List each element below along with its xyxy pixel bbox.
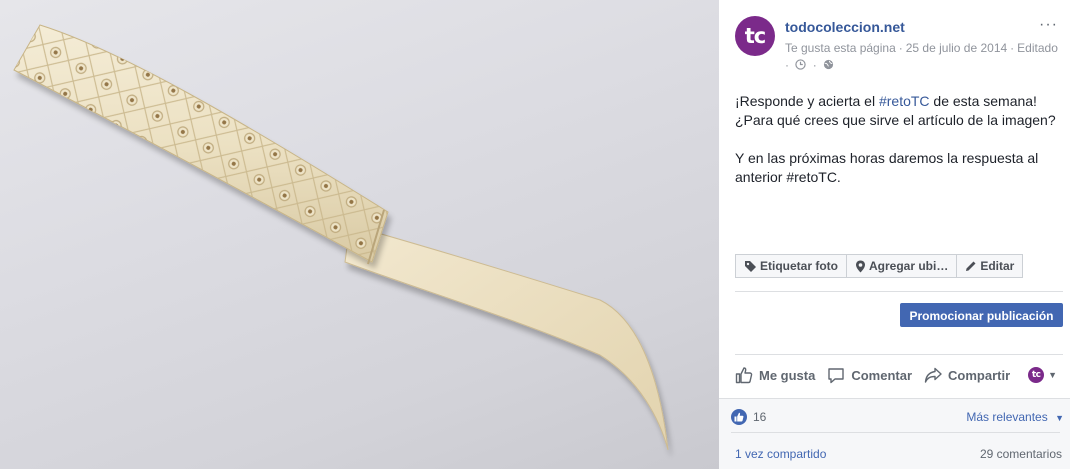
like-reaction-icon: [731, 409, 747, 425]
bone-letter-opener-image: [13, 24, 669, 451]
comment-icon: [828, 368, 845, 384]
chevron-down-icon: ▼: [1055, 413, 1064, 423]
location-pin-icon: [856, 260, 865, 272]
post-photo[interactable]: [0, 0, 719, 469]
likes-summary[interactable]: 16: [731, 409, 766, 425]
share-icon: [924, 367, 942, 383]
chevron-down-icon: ▼: [1048, 370, 1058, 380]
mini-page-avatar: tc: [1028, 367, 1045, 383]
divider: [731, 432, 1060, 433]
more-options-icon[interactable]: ···: [1039, 17, 1058, 33]
globe-icon[interactable]: [823, 59, 834, 70]
page-like-status[interactable]: Te gusta esta página: [785, 41, 896, 55]
post-as-selector[interactable]: tc ▼: [1028, 367, 1057, 383]
page-name-link[interactable]: todocoleccion.net: [785, 19, 905, 35]
page-avatar[interactable]: tc: [735, 16, 775, 56]
divider: [735, 291, 1063, 292]
promote-post-button[interactable]: Promocionar publicación: [900, 303, 1063, 327]
pencil-icon: [966, 261, 976, 271]
edit-photo-button[interactable]: Editar: [956, 254, 1024, 278]
add-location-button[interactable]: Agregar ubi…: [846, 254, 958, 278]
thumbs-up-icon: [735, 367, 753, 384]
tag-icon: [745, 260, 756, 272]
share-button[interactable]: Compartir: [924, 366, 1010, 384]
comments-count-link[interactable]: 29 comentarios: [980, 447, 1062, 461]
post-date[interactable]: 25 de julio de 2014: [906, 41, 1007, 55]
comment-button[interactable]: Comentar: [827, 366, 912, 384]
shares-count-link[interactable]: 1 vez compartido: [735, 447, 826, 461]
tag-photo-button[interactable]: Etiquetar foto: [735, 254, 847, 278]
clock-icon: [795, 59, 807, 70]
divider: [735, 354, 1063, 355]
likes-count: 16: [753, 410, 767, 424]
post-side-panel: tc todocoleccion.net ··· Te gusta esta p…: [719, 0, 1070, 469]
like-button[interactable]: Me gusta: [735, 366, 815, 384]
post-message: ¡Responde y acierta el #retoTC de esta s…: [735, 93, 1056, 185]
hashtag-link[interactable]: #retoTC: [879, 93, 930, 109]
post-footer: 16 Más relevantes ▼ 1 vez compartido 29 …: [719, 398, 1070, 469]
edited-label[interactable]: Editado: [1017, 41, 1058, 55]
post-actions: Me gusta Comentar Compartir tc ▼: [735, 366, 1069, 384]
comment-sort-dropdown[interactable]: Más relevantes ▼: [966, 410, 1064, 424]
photo-actions: Etiquetar foto Agregar ubi… Editar: [735, 254, 1024, 278]
post-meta: Te gusta esta página · 25 de julio de 2014…: [785, 41, 1058, 72]
